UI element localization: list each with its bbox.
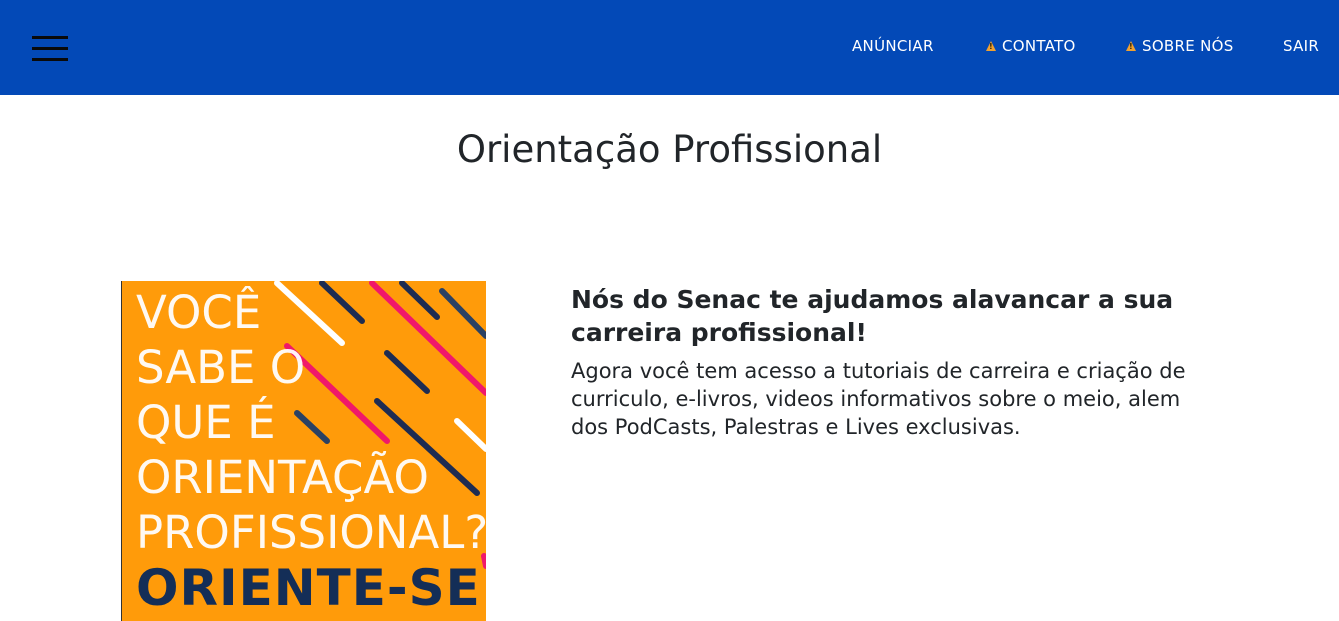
nav-link-label: CONTATO (1002, 37, 1076, 55)
hamburger-menu-icon[interactable] (32, 36, 68, 61)
poster-line: VOCÊ (136, 286, 262, 339)
warning-icon (986, 41, 996, 51)
poster-line: ORIENTAÇÃO (136, 451, 429, 504)
poster-cta: ORIENTE-SE! (136, 559, 486, 617)
hamburger-bar (32, 58, 68, 61)
top-navbar: ANÚNCIAR CONTATO SOBRE NÓS SAIR (0, 0, 1339, 95)
nav-link-label: ANÚNCIAR (852, 37, 934, 55)
hamburger-bar (32, 36, 68, 39)
hamburger-bar (32, 47, 68, 50)
poster-headline: VOCÊ SABE O QUE É ORIENTAÇÃO PROFISSIONA… (136, 285, 486, 560)
warning-icon (1126, 41, 1136, 51)
content-description: Agora você tem acesso a tutoriais de car… (571, 359, 1186, 439)
page-title: Orientação Profissional (456, 128, 883, 171)
nav-link-label: SAIR (1283, 37, 1320, 55)
nav-link-label: SOBRE NÓS (1142, 37, 1234, 55)
nav-link-sair[interactable]: SAIR (1283, 37, 1319, 55)
poster-line: PROFISSIONAL? (136, 506, 486, 559)
nav-link-anunciar[interactable]: ANÚNCIAR (852, 37, 934, 55)
orientation-poster-image: VOCÊ SABE O QUE É ORIENTAÇÃO PROFISSIONA… (121, 281, 486, 621)
nav-link-sobre-nos[interactable]: SOBRE NÓS (1126, 37, 1234, 55)
nav-link-contato[interactable]: CONTATO (986, 37, 1076, 55)
poster-line: QUE É (136, 396, 276, 449)
poster-line: SABE O (136, 341, 306, 394)
content-heading: Nós do Senac te ajudamos alavancar a sua… (571, 285, 1174, 347)
